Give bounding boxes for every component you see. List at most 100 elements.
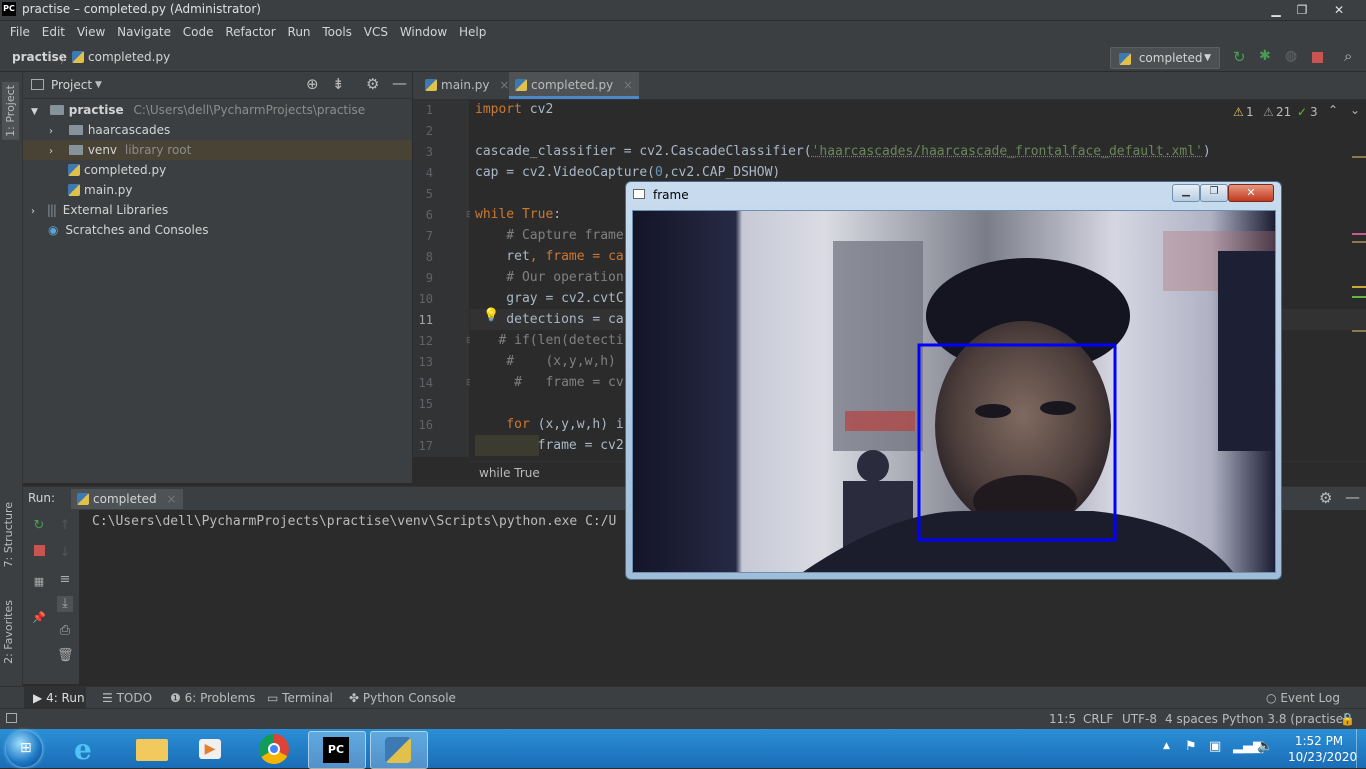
tree-path: C:\Users\dell\PycharmProjects\practise — [133, 103, 366, 117]
chevron-down-icon[interactable]: ⌄ — [1350, 103, 1360, 117]
menu-refactor[interactable]: Refactor — [221, 21, 279, 44]
taskbar-ie[interactable]: e — [62, 731, 118, 767]
volume-icon[interactable]: 🔈 — [1257, 739, 1273, 754]
hide-panel-icon[interactable]: — — [1345, 488, 1360, 506]
breadcrumb-file[interactable]: completed.py — [72, 50, 170, 64]
tool-python-console[interactable]: ✤ Python Console — [349, 691, 456, 705]
menu-tools[interactable]: Tools — [318, 21, 356, 44]
tree-label: venv — [87, 143, 118, 157]
frame-maximize-button[interactable]: ❐ — [1200, 184, 1228, 202]
show-desktop-button[interactable] — [1356, 729, 1366, 768]
close-button[interactable]: ✕ — [1314, 0, 1364, 20]
tree-item-venv[interactable]: › venv library root — [23, 140, 412, 160]
taskbar-python[interactable] — [370, 731, 428, 769]
collapse-all-icon[interactable]: ⇟ — [332, 75, 345, 93]
run-toolbar: ↻ ▦ 📌 ↑ ↓ ≡ ⤓ ⎙ 🗑 — [23, 510, 79, 684]
rerun-icon[interactable]: ↻ — [31, 518, 47, 534]
menu-code[interactable]: Code — [179, 21, 218, 44]
run-panel-label: Run: — [28, 491, 56, 505]
stop-icon[interactable] — [1312, 52, 1323, 63]
line-number: 4 — [425, 166, 433, 180]
weak-warning-icon[interactable]: ⚠ — [1263, 105, 1274, 119]
close-tab-icon[interactable]: × — [499, 78, 509, 92]
tree-item-project-root[interactable]: ▼ practise C:\Users\dell\PycharmProjects… — [23, 100, 412, 120]
tool-problems[interactable]: ❶ 6: Problems — [170, 691, 255, 705]
run-config-select[interactable]: completed ▼ — [1110, 47, 1220, 69]
soft-wrap-icon[interactable]: ≡ — [57, 572, 73, 588]
menu-edit[interactable]: Edit — [38, 21, 69, 44]
tab-main-py[interactable]: main.py × — [419, 72, 515, 99]
arrow-down-icon[interactable]: ↓ — [57, 545, 73, 561]
code-breadcrumb[interactable]: while True — [479, 466, 540, 480]
frame-minimize-button[interactable]: ▁ — [1172, 184, 1200, 202]
structure-tool-tab[interactable]: 7: Structure — [2, 502, 15, 567]
menu-navigate[interactable]: Navigate — [113, 21, 175, 44]
coverage-icon[interactable]: ◍ — [1285, 48, 1297, 64]
menu-window[interactable]: Window — [396, 21, 451, 44]
warning-icon[interactable]: ⚠ — [1233, 105, 1244, 119]
search-icon[interactable]: ⌕ — [1344, 47, 1352, 65]
tree-item-scratches[interactable]: ◉ Scratches and Consoles — [23, 220, 412, 240]
arrow-up-icon[interactable]: ↑ — [57, 518, 73, 534]
menu-view[interactable]: View — [73, 21, 109, 44]
run-tab-completed[interactable]: completed × — [71, 489, 183, 509]
tree-item-haarcascades[interactable]: › haarcascades — [23, 120, 412, 140]
hide-panel-icon[interactable]: — — [392, 74, 407, 92]
layout-icon[interactable]: ▦ — [31, 574, 47, 590]
project-panel-title[interactable]: Project — [51, 78, 92, 92]
tool-terminal[interactable]: ▭ Terminal — [267, 691, 333, 705]
menu-run[interactable]: Run — [284, 21, 315, 44]
stop-icon[interactable] — [33, 545, 45, 556]
favorites-tool-tab[interactable]: 2: Favorites — [2, 600, 15, 664]
tool-todo[interactable]: ☰ TODO — [102, 691, 152, 705]
maximize-button[interactable]: ❐ — [1288, 0, 1316, 20]
clock-time[interactable]: 1:52 PM — [1294, 734, 1344, 748]
rerun-icon[interactable]: ↻ — [1233, 48, 1246, 66]
menu-vcs[interactable]: VCS — [360, 21, 392, 44]
python-file-icon — [425, 78, 437, 91]
menu-file[interactable]: File — [6, 21, 34, 44]
debug-bug-icon[interactable]: ✱ — [1259, 48, 1271, 64]
frame-close-button[interactable]: ✕ — [1228, 184, 1274, 202]
python-interpreter[interactable]: Python 3.8 (practise) — [1222, 712, 1348, 726]
gear-icon[interactable]: ⚙ — [366, 75, 379, 93]
action-center-flag-icon[interactable]: ⚑ — [1185, 739, 1197, 754]
pin-icon[interactable]: 📌 — [31, 610, 47, 626]
menu-help[interactable]: Help — [455, 21, 490, 44]
taskbar-chrome[interactable] — [246, 731, 302, 767]
breadcrumb-project[interactable]: practise — [12, 50, 67, 64]
tool-run[interactable]: ▶ 4: Run — [33, 691, 85, 705]
locate-file-icon[interactable]: ⊕ — [306, 75, 319, 93]
indent-setting[interactable]: 4 spaces — [1165, 712, 1218, 726]
close-tab-icon[interactable]: × — [623, 78, 633, 92]
minimize-button[interactable]: ▁ — [1262, 0, 1290, 20]
gear-icon[interactable]: ⚙ — [1319, 489, 1332, 507]
file-encoding[interactable]: UTF-8 — [1122, 712, 1157, 726]
frame-window[interactable]: frame ▁ ❐ ✕ — [625, 181, 1282, 580]
taskbar-explorer[interactable] — [124, 731, 180, 767]
scroll-to-end-icon[interactable]: ⤓ — [57, 596, 73, 612]
device-icon[interactable]: ▣ — [1209, 739, 1221, 754]
tree-item-external-libraries[interactable]: › ||| External Libraries — [23, 200, 412, 220]
close-tab-icon[interactable]: × — [167, 492, 177, 506]
clock-date[interactable]: 10/23/2020 — [1288, 750, 1357, 764]
print-icon[interactable]: ⎙ — [57, 623, 73, 639]
lock-icon[interactable]: 🔒 — [1340, 712, 1355, 726]
code-line-3: cascade_classifier = cv2.CascadeClassifi… — [475, 144, 1211, 159]
taskbar-media-player[interactable]: ▶ — [183, 731, 239, 767]
tool-event-log[interactable]: ○ Event Log — [1266, 691, 1340, 705]
weak-warning-count: 21 — [1276, 105, 1292, 119]
chevron-down-icon[interactable]: ▼ — [95, 80, 102, 90]
tool-windows-icon[interactable] — [6, 713, 17, 723]
project-tool-tab[interactable]: 1: Project — [2, 82, 19, 140]
typo-check-icon[interactable]: ✓ — [1297, 105, 1307, 119]
caret-position[interactable]: 11:5 — [1049, 712, 1076, 726]
show-hidden-icons-icon[interactable]: ▲ — [1163, 741, 1170, 751]
taskbar-pycharm[interactable]: PC — [308, 731, 366, 769]
tree-item-completed-py[interactable]: completed.py — [23, 160, 412, 180]
line-separator[interactable]: CRLF — [1083, 712, 1113, 726]
tab-completed-py[interactable]: completed.py × — [509, 72, 640, 99]
chevron-up-icon[interactable]: ⌃ — [1328, 103, 1338, 117]
trash-icon[interactable]: 🗑 — [57, 648, 74, 664]
tree-item-main-py[interactable]: main.py — [23, 180, 412, 200]
